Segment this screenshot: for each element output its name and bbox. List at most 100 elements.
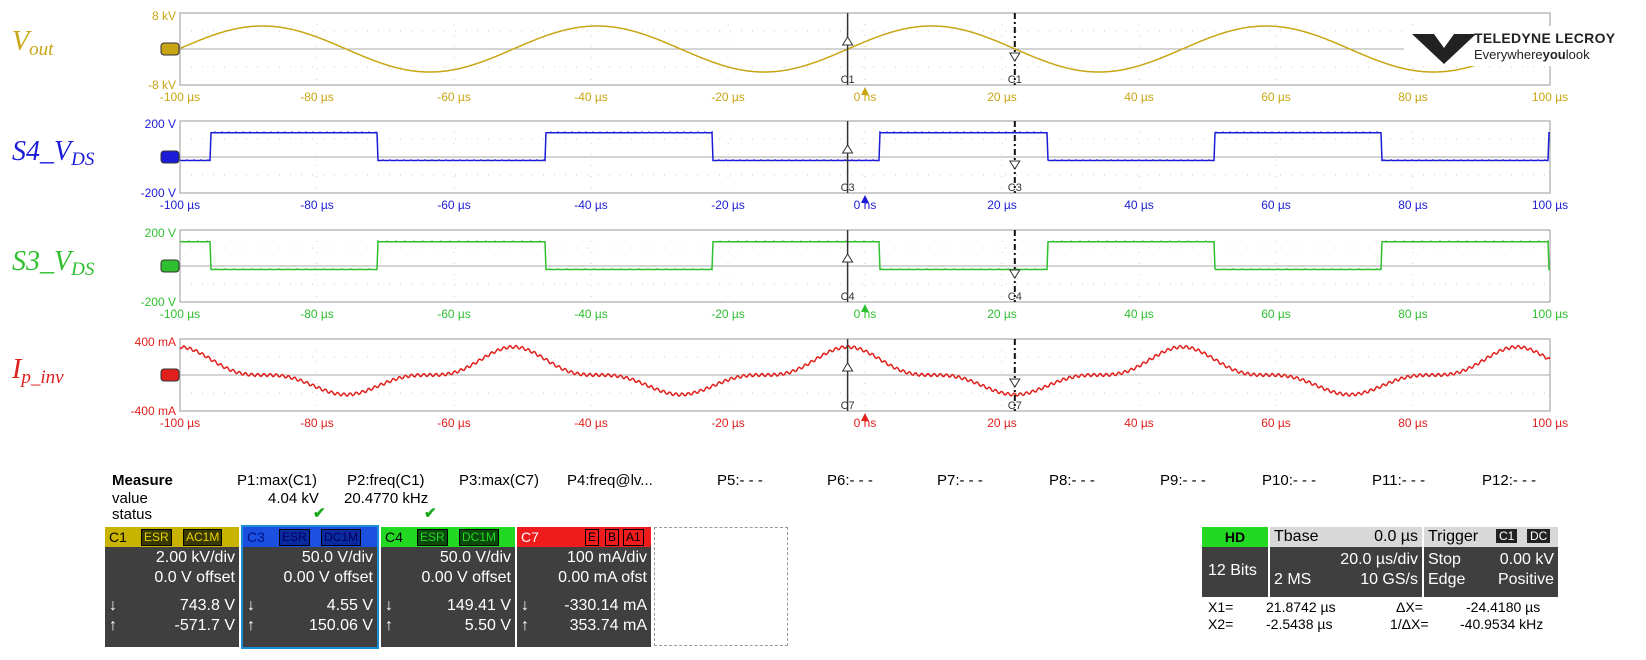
time-tick-label: 40 µs	[1124, 198, 1154, 212]
channel-marker-icon[interactable]	[160, 150, 180, 164]
scale-top-label: 200 V	[145, 117, 176, 131]
measure-header: Measure P1:max(C1) P2:freq(C1) P3:max(C7…	[112, 472, 1632, 490]
param-p9[interactable]: P9:- - -	[1160, 472, 1206, 489]
trace-name-c1: Vout	[12, 26, 54, 60]
cursor-marker-icon[interactable]	[1008, 52, 1021, 62]
dx-value: -24.4180 µs	[1466, 599, 1541, 615]
waveform-c4	[179, 239, 1550, 271]
measure-title: Measure	[112, 472, 173, 489]
cursor-channel-tag: C4	[1008, 291, 1022, 303]
time-tick-label: 40 µs	[1124, 307, 1154, 321]
scale-top-label: 400 mA	[135, 335, 176, 349]
time-tick-label: 60 µs	[1261, 198, 1291, 212]
trigger-box[interactable]: Trigger C1 DC Stop 0.00 kV Edge Positive	[1424, 527, 1558, 597]
logo-tagline: Everywhereyoulook	[1474, 47, 1590, 62]
time-tick-label: 60 µs	[1261, 90, 1291, 104]
param-p12[interactable]: P12:- - -	[1482, 472, 1536, 489]
channel-scale: 2.00 kV/div	[155, 549, 235, 566]
cursor-marker-icon[interactable]	[1008, 378, 1021, 388]
time-tick-label: -100 µs	[160, 416, 200, 430]
time-tick-label: -80 µs	[300, 198, 334, 212]
cursor-marker-icon[interactable]	[1008, 160, 1021, 170]
channel-c1-descriptor[interactable]: C1 ESR AC1M 2.00 kV/div 0.0 V offset 743…	[105, 527, 239, 647]
param-p4[interactable]: P4:freq@lv...	[567, 472, 653, 489]
timebase-box[interactable]: Tbase 0.0 µs 20.0 µs/div 2 MS 10 GS/s	[1270, 527, 1422, 597]
down-arrow-icon: ↓	[247, 597, 255, 614]
trace-name-c3: S4_VDS	[12, 136, 95, 170]
badge-coupling: DC1M	[459, 529, 500, 546]
channel-c4-descriptor[interactable]: C4 ESR DC1M 50.0 V/div 0.00 V offset 149…	[381, 527, 515, 647]
time-tick-label: -60 µs	[437, 198, 471, 212]
trace-name-c4: S3_VDS	[12, 246, 95, 280]
time-tick-label: 20 µs	[987, 416, 1017, 430]
time-tick-label: 20 µs	[987, 198, 1017, 212]
measure-value-p2: 20.4770 kHz	[344, 490, 429, 507]
scope-display: Vout8 kV-8 kV-100 µs -80 µs -60 µs -40 µs -2…	[11, 9, 1568, 430]
hd-box[interactable]: HD 12 Bits	[1202, 527, 1268, 597]
trigger-slope: Positive	[1497, 571, 1554, 588]
param-p10[interactable]: P10:- - -	[1262, 472, 1316, 489]
param-p1[interactable]: P1:max(C1)	[237, 472, 317, 489]
cursor-marker-icon[interactable]	[841, 144, 854, 154]
param-p5[interactable]: P5:- - -	[717, 472, 763, 489]
param-p2[interactable]: P2:freq(C1)	[347, 472, 425, 489]
measure-value-label: value	[112, 490, 148, 507]
time-tick-label: 80 µs	[1398, 198, 1428, 212]
param-p8[interactable]: P8:- - -	[1049, 472, 1095, 489]
up-arrow-icon: ↑	[109, 617, 117, 634]
time-tick-label: 100 µs	[1532, 416, 1568, 430]
time-tick-label: 80 µs	[1398, 90, 1428, 104]
time-tick-label: 80 µs	[1398, 307, 1428, 321]
cursor-marker-icon[interactable]	[1008, 269, 1021, 279]
time-tick-label: -80 µs	[300, 307, 334, 321]
up-arrow-icon: ↑	[521, 617, 529, 634]
time-tick-label: -40 µs	[574, 307, 608, 321]
channel-marker-icon[interactable]	[160, 368, 180, 382]
empty-channel-slot[interactable]	[654, 527, 788, 646]
param-p3[interactable]: P3:max(C7)	[459, 472, 539, 489]
trigger-level: 0.00 kV	[1499, 551, 1554, 568]
channel-c3-descriptor[interactable]: C3 ESR DC1M 50.0 V/div 0.00 V offset 4.5…	[241, 525, 379, 649]
time-tick-label: -40 µs	[574, 198, 608, 212]
trigger-type: Edge	[1428, 571, 1466, 588]
param-p11[interactable]: P11:- - -	[1372, 472, 1425, 489]
trigger-source: C1	[1496, 529, 1518, 543]
cursor-up-value: 353.74 mA	[569, 617, 647, 634]
param-p6[interactable]: P6:- - -	[827, 472, 873, 489]
cursor-down-value: 4.55 V	[326, 597, 373, 614]
time-tick-label: -100 µs	[160, 198, 200, 212]
time-tick-label: -40 µs	[574, 416, 608, 430]
time-tick-label: 100 µs	[1532, 90, 1568, 104]
badge-esr: ESR	[141, 529, 172, 546]
resolution-bits: 12 Bits	[1208, 562, 1257, 579]
channel-offset: 0.00 V offset	[421, 569, 511, 586]
time-tick-label: -40 µs	[574, 90, 608, 104]
badge-esr: ESR	[279, 529, 310, 546]
cursor-marker-icon[interactable]	[841, 36, 854, 46]
badge-coupling: DC1M	[321, 529, 362, 546]
channel-c7-descriptor[interactable]: C7 E B A1 100 mA/div 0.00 mA ofst -330.1…	[517, 527, 651, 647]
channel-marker-icon[interactable]	[160, 259, 180, 273]
time-tick-label: -20 µs	[711, 198, 745, 212]
cursor-channel-tag: C7	[841, 400, 855, 412]
cursor-channel-tag: C7	[1008, 400, 1022, 412]
status-check-p2: ✔	[424, 505, 437, 522]
timebase-delay: 0.0 µs	[1374, 528, 1418, 545]
badge-coupling: AC1M	[183, 529, 223, 546]
channel-marker-icon[interactable]	[160, 42, 180, 56]
time-tick-label: 100 µs	[1532, 307, 1568, 321]
logo-icon	[1412, 34, 1476, 64]
down-arrow-icon: ↓	[385, 597, 393, 614]
cursor-readout: X1= 21.8742 µs ΔX= -24.4180 µs X2= -2.54…	[1208, 599, 1588, 635]
time-tick-label: -100 µs	[160, 90, 200, 104]
x1-value: 21.8742 µs	[1266, 599, 1336, 615]
cursor-down-value: 743.8 V	[179, 597, 235, 614]
channel-name: C4	[385, 529, 403, 545]
cursor-marker-icon[interactable]	[841, 362, 854, 372]
measure-value-p1: 4.04 kV	[268, 490, 319, 507]
cursor-marker-icon[interactable]	[841, 253, 854, 263]
inv-dx-value: -40.9534 kHz	[1460, 616, 1544, 632]
param-p7[interactable]: P7:- - -	[937, 472, 983, 489]
measure-status-label: status	[112, 506, 153, 523]
badge-b: B	[605, 529, 620, 546]
